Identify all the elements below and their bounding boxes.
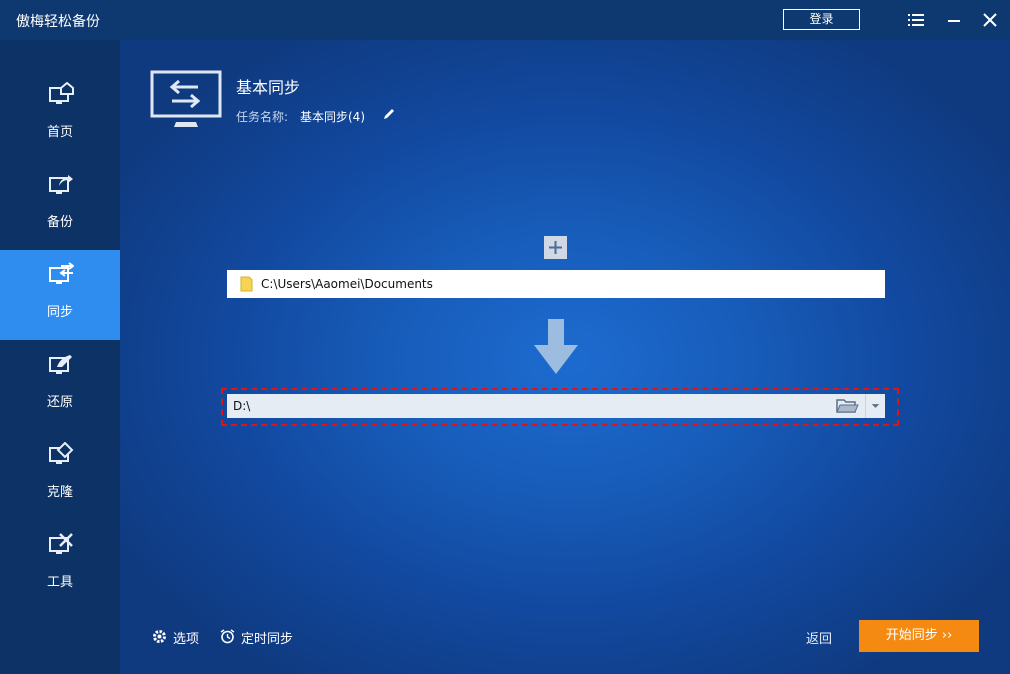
source-path: C:\Users\Aaomei\Documents — [261, 277, 433, 291]
sync-icon — [49, 262, 74, 284]
sidebar: 首页 备份 同步 还原 克隆 工具 — [0, 40, 120, 674]
tools-icon — [49, 533, 73, 554]
source-path-box[interactable]: C:\Users\Aaomei\Documents — [227, 270, 885, 298]
back-button[interactable]: 返回 — [806, 628, 832, 647]
sidebar-item-clone[interactable]: 克隆 — [0, 430, 120, 520]
start-sync-button[interactable]: 开始同步 ›› — [859, 620, 979, 652]
sidebar-item-tools[interactable]: 工具 — [0, 520, 120, 610]
clone-icon — [49, 442, 74, 464]
destination-path-box[interactable]: D:\ — [227, 394, 885, 418]
schedule-sync-label: 定时同步 — [241, 632, 294, 647]
arrow-down-icon — [534, 319, 578, 374]
gear-icon — [153, 630, 166, 643]
restore-icon — [49, 355, 72, 374]
folder-icon — [240, 276, 253, 292]
backup-icon — [49, 175, 73, 194]
menu-icon[interactable] — [906, 10, 926, 30]
title-bar: 傲梅轻松备份 登录 — [0, 0, 1010, 40]
sidebar-item-restore[interactable]: 还原 — [0, 340, 120, 430]
options-label: 选项 — [173, 632, 200, 647]
add-source-button[interactable] — [544, 236, 567, 259]
minimize-icon[interactable] — [944, 10, 964, 30]
app-window: 傲梅轻松备份 登录 首页 备份 同步 还原 克隆 工具 基本同步 任务名称: 基… — [0, 0, 1010, 674]
clock-icon — [220, 629, 235, 644]
close-icon[interactable] — [980, 10, 1000, 30]
sidebar-item-home[interactable]: 首页 — [0, 70, 120, 160]
home-icon — [49, 82, 74, 104]
sync-task-icon — [150, 70, 222, 127]
task-name-label: 任务名称: — [236, 110, 289, 124]
sidebar-item-label: 还原 — [46, 395, 73, 410]
main-panel: 基本同步 任务名称: 基本同步(4) C:\Users\Aaomei\Docum… — [120, 40, 1010, 674]
pencil-icon[interactable] — [382, 107, 396, 121]
sidebar-item-sync[interactable]: 同步 — [0, 250, 120, 340]
open-folder-icon[interactable] — [835, 396, 859, 416]
login-button[interactable]: 登录 — [783, 9, 860, 30]
sidebar-item-backup[interactable]: 备份 — [0, 160, 120, 250]
sidebar-item-label: 工具 — [46, 575, 73, 590]
sidebar-item-label: 克隆 — [46, 485, 73, 500]
task-name-value: 基本同步(4) — [300, 110, 365, 124]
sidebar-item-label: 同步 — [46, 305, 73, 320]
sidebar-item-label: 备份 — [46, 215, 73, 230]
destination-path: D:\ — [233, 399, 251, 413]
chevron-down-icon[interactable] — [865, 394, 885, 418]
app-title: 傲梅轻松备份 — [16, 14, 100, 30]
task-title: 基本同步 — [236, 78, 301, 97]
sidebar-item-label: 首页 — [46, 125, 73, 140]
